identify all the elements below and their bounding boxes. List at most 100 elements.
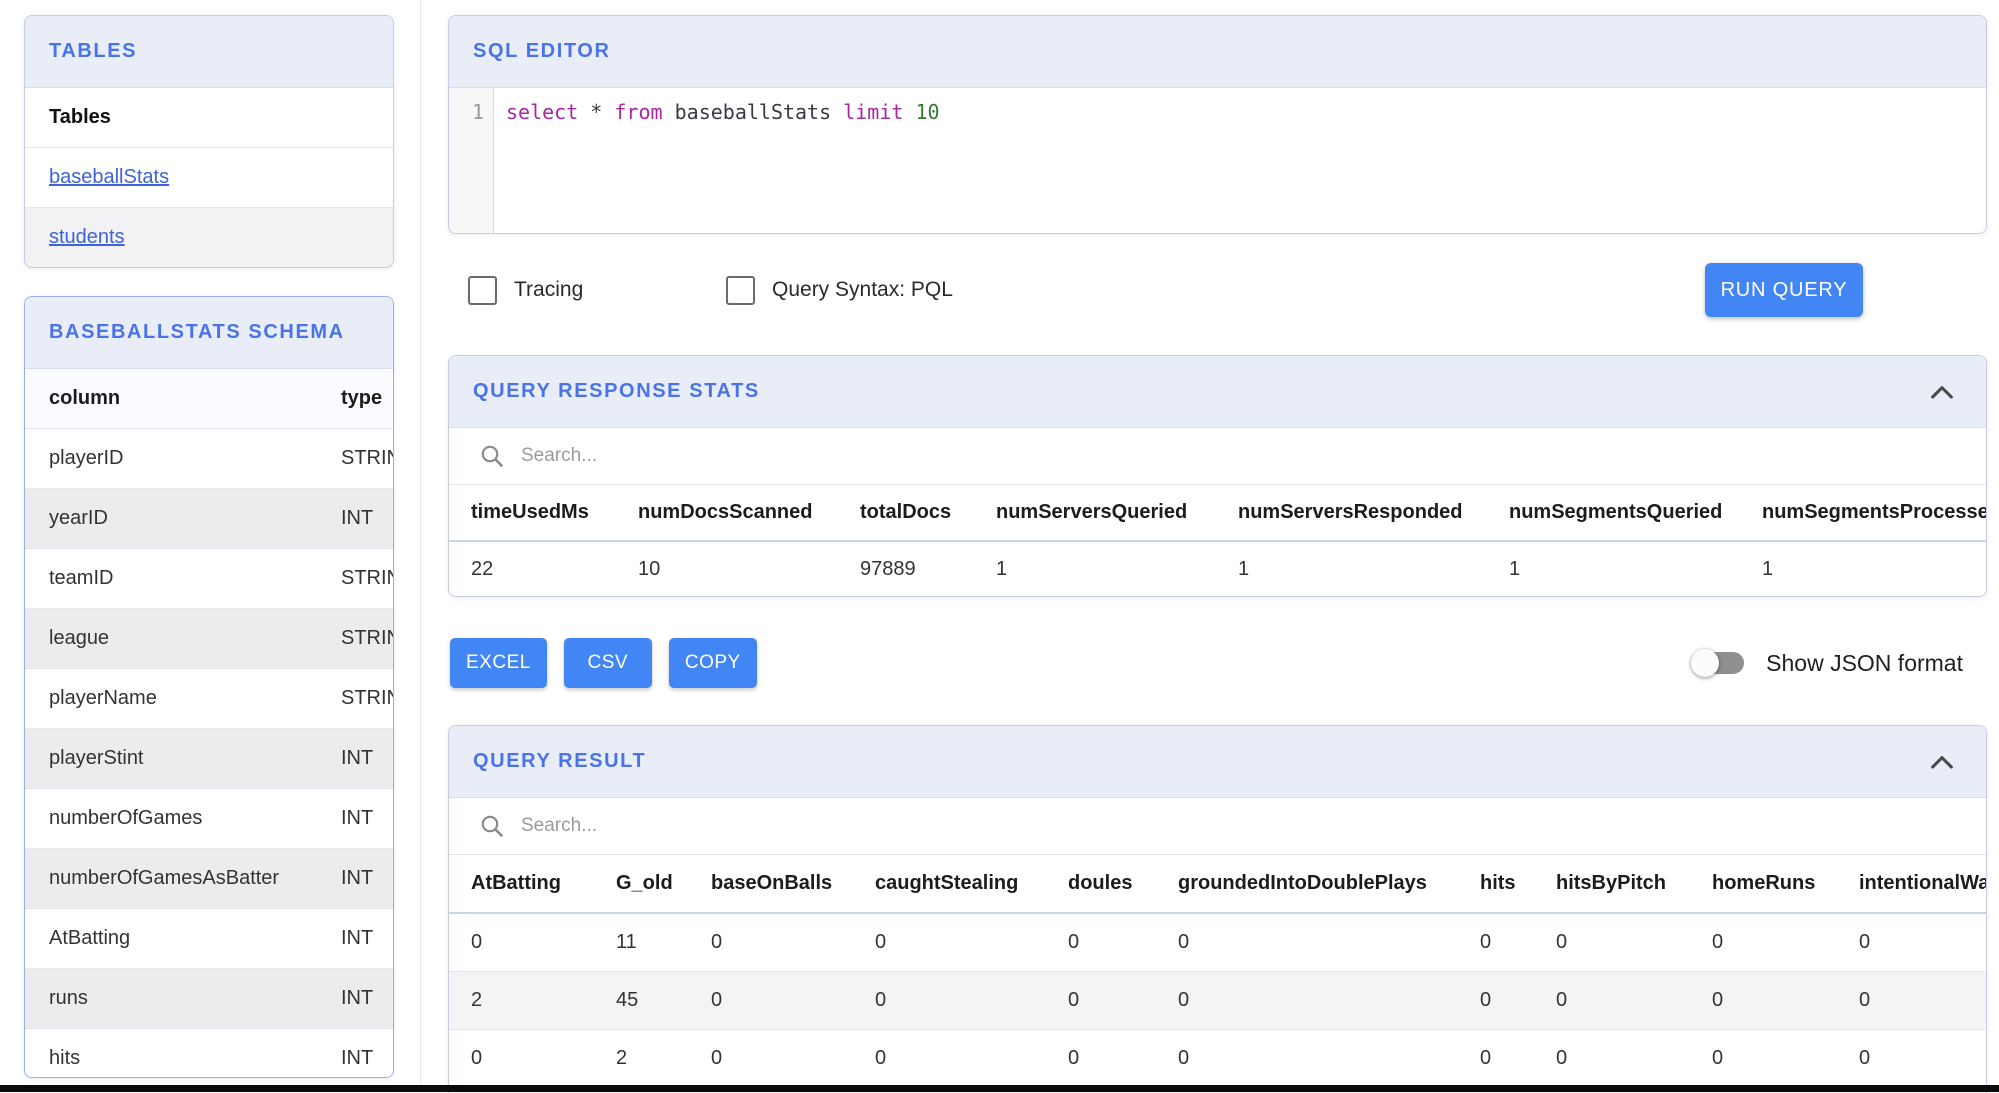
sidebar: TABLES Tables baseballStats students BAS… [0,0,421,1092]
pql-checkbox-group[interactable]: Query Syntax: PQL [726,263,953,317]
column-header: baseOnBalls [711,872,833,894]
table-row: yearID INT [25,489,393,549]
column-header: intentionalWalks [1859,872,1986,894]
cell: STRING [341,567,393,589]
cell: 2 [471,989,483,1011]
column-header: numSegmentsProcessed [1762,501,1987,523]
column-header: column [49,387,121,409]
line-number: 1 [471,100,484,124]
tracing-checkbox-group[interactable]: Tracing [468,263,583,317]
table-row: AtBatting INT [25,909,393,969]
table-row: numberOfGames INT [25,789,393,849]
cell: INT [341,807,374,829]
search-icon [481,445,503,467]
column-header: numServersQueried [996,501,1188,523]
cell: numberOfGamesAsBatter [49,867,280,889]
schema-panel-title: BASEBALLSTATS SCHEMA [49,321,345,343]
show-json-toggle[interactable] [1691,649,1745,677]
column-header: hits [1480,872,1516,894]
cell: 1 [1509,558,1521,580]
sidebar-item-baseballstats[interactable]: baseballStats [25,148,393,208]
sql-token-keyword: limit [843,100,904,124]
response-stats-table: timeUsedMs numDocsScanned totalDocs numServ… [449,485,1987,596]
column-header: numSegmentsQueried [1509,501,1723,523]
cell: INT [341,1047,374,1069]
stats-panel-header: QUERY RESPONSE STATS [449,356,1986,428]
cell: 0 [1859,1047,1871,1069]
cell: 10 [638,558,661,580]
baseballstats-table-link[interactable]: baseballStats [49,166,169,189]
tracing-label: Tracing [514,278,584,301]
stats-search-input[interactable] [519,444,943,468]
cell: 0 [1178,1047,1190,1069]
sql-editor-code-area[interactable]: 1 select * from baseballStats limit 10 [449,88,1986,233]
column-header: homeRuns [1712,872,1816,894]
cell: 0 [1712,989,1724,1011]
cell: 0 [471,1047,483,1069]
show-json-label: Show JSON format [1766,649,1963,676]
table-row: 22 10 97889 1 1 1 1 [449,542,1986,596]
cell: 0 [1480,931,1492,953]
cell: 0 [1178,989,1190,1011]
schema-panel-header: BASEBALLSTATS SCHEMA [25,297,393,369]
result-search-input[interactable] [519,814,943,838]
cell: INT [341,747,374,769]
table-row: 0 2 0 0 0 0 0 0 0 0 [449,1030,1986,1088]
cell: yearID [49,507,108,529]
cell: league [49,627,110,649]
cell: 11 [616,931,637,953]
result-panel-title: QUERY RESULT [473,750,647,772]
result-collapse-button[interactable] [1926,747,1958,779]
query-result-table: AtBatting G_old baseOnBalls caughtStealing d… [449,855,1986,1088]
cell: 0 [1859,989,1871,1011]
cell: hits [49,1047,81,1069]
csv-button[interactable]: CSV [563,638,652,688]
tables-panel: TABLES Tables baseballStats students [24,15,394,268]
query-response-stats-panel: QUERY RESPONSE STATS timeUsedMs numDocsSc… [448,355,1987,597]
cell: 45 [616,989,639,1011]
cell: teamID [49,567,114,589]
cell: 0 [1712,931,1724,953]
stats-collapse-button[interactable] [1926,377,1958,409]
tables-list-header: Tables [25,88,393,148]
cell: playerStint [49,747,144,769]
cell: STRING [341,687,393,709]
table-row: numberOfGamesAsBatter INT [25,849,393,909]
cell: 0 [1068,1047,1080,1069]
cell: 0 [1556,989,1568,1011]
sidebar-item-students[interactable]: students [25,208,393,267]
copy-button[interactable]: COPY [668,638,757,688]
tracing-checkbox[interactable] [468,275,497,305]
cell: numberOfGames [49,807,203,829]
table-row: runs INT [25,969,393,1029]
main-content: SQL EDITOR 1 select * from baseballStats… [448,0,1999,1093]
cell: 0 [1480,1047,1492,1069]
table-row: playerStint INT [25,729,393,789]
table-header-row: column type [25,369,393,429]
table-row: hits INT [25,1029,393,1077]
table-row: playerID STRING [25,429,393,489]
cell: 0 [711,989,723,1011]
pql-checkbox[interactable] [726,275,755,305]
pql-label: Query Syntax: PQL [772,278,953,301]
editor-gutter: 1 [449,88,494,233]
column-header: timeUsedMs [471,501,589,523]
excel-button[interactable]: EXCEL [450,638,547,688]
cell: 0 [875,931,887,953]
students-table-link[interactable]: students [49,226,125,249]
sql-token-keyword: select [506,100,579,124]
run-query-button[interactable]: RUN QUERY [1705,263,1863,317]
schema-table: column type playerID STRING yearID INT teamID S… [25,369,393,1077]
cell: 0 [1556,931,1568,953]
cell: 0 [1068,931,1080,953]
column-header: type [341,387,383,409]
cell: 0 [1480,989,1492,1011]
sql-token-operator: * [590,100,603,124]
sql-query-text[interactable]: select * from baseballStats limit 10 [506,98,940,126]
cell: playerID [49,447,124,469]
cell: 0 [875,989,887,1011]
cell: 0 [711,931,723,953]
window-bottom-edge [0,1085,1999,1092]
sql-editor-title: SQL EDITOR [473,40,611,62]
cell: 0 [1556,1047,1568,1069]
